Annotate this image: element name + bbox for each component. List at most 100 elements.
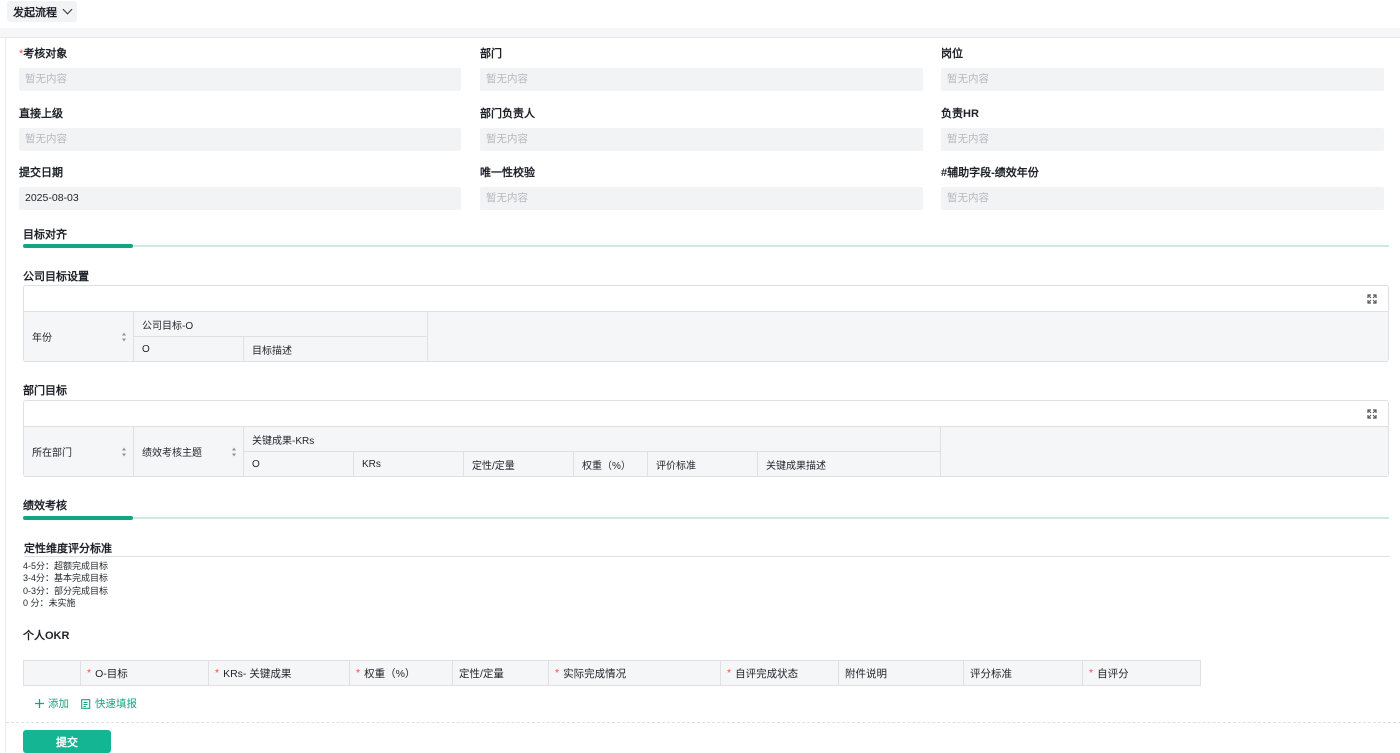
- submit-date-input[interactable]: 2025-08-03: [19, 187, 461, 210]
- col-header-label: O: [252, 458, 260, 470]
- col-header-label: 权重（%）: [582, 460, 631, 472]
- perf-year-input[interactable]: 暂无内容: [941, 187, 1384, 210]
- table-toolbar: [24, 401, 1388, 427]
- dept-head-input[interactable]: 暂无内容: [480, 128, 923, 151]
- col-header-actual: * 实际完成情况: [549, 661, 721, 685]
- field-label: 部门: [480, 48, 502, 60]
- scoring-standard-list: 4-5分：超额完成目标 3-4分：基本完成目标 0-3分：部分完成目标 0 分：…: [23, 560, 108, 609]
- col-header-label: 自评完成状态: [735, 667, 799, 680]
- section-divider: [23, 515, 1389, 520]
- col-header-label: 自评分: [1097, 667, 1129, 680]
- col-header-criteria: 评价标准: [648, 452, 758, 477]
- col-header-attachment: 附件说明: [839, 661, 964, 685]
- col-header-o: O: [134, 337, 244, 362]
- col-header-year[interactable]: 年份: [24, 312, 134, 362]
- col-header-type: 定性/定量: [464, 452, 574, 477]
- section-divider: [23, 243, 1389, 248]
- form-content: *考核对象 暂无内容 部门 暂无内容 岗位 暂无内容 直接上级 暂无内容 部门负…: [5, 38, 1400, 753]
- field-dept-head: 部门负责人 暂无内容: [480, 107, 923, 151]
- submit-button[interactable]: 提交: [23, 730, 111, 753]
- col-header-index: [24, 661, 81, 685]
- field-label: 考核对象: [23, 48, 68, 60]
- scoring-standard-line: 3-4分：基本完成目标: [23, 573, 109, 584]
- col-group-krs: 关键成果-KRs: [244, 427, 941, 452]
- col-group-label: 关键成果-KRs: [252, 435, 315, 447]
- col-header-weight: 权重（%）: [574, 452, 648, 477]
- company-goal-title: 公司目标设置: [23, 271, 89, 283]
- col-header-type: 定性/定量: [453, 661, 549, 685]
- position-input[interactable]: 暂无内容: [941, 68, 1384, 91]
- sort-icon[interactable]: [232, 447, 237, 456]
- col-group-label: 公司目标-O: [142, 320, 194, 332]
- okr-actions: 添加 快速填报: [35, 696, 137, 711]
- section-title-goal: 目标对齐: [23, 229, 67, 241]
- start-flow-dropdown[interactable]: 发起流程: [7, 1, 77, 22]
- direct-superior-input[interactable]: 暂无内容: [19, 128, 461, 151]
- expand-icon[interactable]: [1367, 409, 1377, 419]
- col-header-label: 定性/定量: [472, 460, 515, 472]
- required-mark: *: [215, 667, 220, 679]
- required-mark: *: [555, 667, 560, 679]
- col-header-label: 定性/定量: [459, 667, 504, 680]
- col-header-label: 实际完成情况: [563, 667, 627, 680]
- personal-okr-title: 个人OKR: [23, 630, 70, 642]
- sort-icon[interactable]: [122, 332, 127, 341]
- scoring-standard-title: 定性维度评分标准: [24, 540, 1390, 557]
- col-group-company-o: 公司目标-O: [134, 312, 428, 337]
- field-label: 唯一性校验: [480, 167, 535, 179]
- required-mark: *: [356, 667, 361, 679]
- table-toolbar: [24, 286, 1388, 312]
- hr-input[interactable]: 暂无内容: [941, 128, 1384, 151]
- col-header-kr-desc: 关键成果描述: [758, 452, 941, 477]
- field-label: 岗位: [941, 48, 963, 60]
- quick-fill-icon: [81, 698, 91, 709]
- quick-fill-button[interactable]: 快速填报: [81, 696, 137, 711]
- col-header-label: 权重（%）: [364, 667, 416, 680]
- expand-icon[interactable]: [1367, 294, 1377, 304]
- col-header-desc: 目标描述: [244, 337, 428, 362]
- field-uniqueness-check: 唯一性校验 暂无内容: [480, 166, 923, 210]
- field-label: 提交日期: [19, 167, 63, 179]
- footer-divider: [6, 722, 1400, 723]
- col-header-label: 绩效考核主题: [142, 448, 202, 459]
- start-flow-label: 发起流程: [13, 6, 57, 19]
- uniqueness-check-input[interactable]: 暂无内容: [480, 187, 923, 210]
- col-header-o: O: [244, 452, 354, 477]
- add-row-label: 添加: [48, 698, 69, 710]
- field-label: 负责HR: [941, 108, 979, 120]
- col-header-label: 所在部门: [32, 448, 72, 459]
- col-header-label: 年份: [32, 333, 52, 344]
- col-header-theme[interactable]: 绩效考核主题: [134, 427, 244, 477]
- department-input[interactable]: 暂无内容: [480, 68, 923, 91]
- scoring-standard-line: 4-5分：超额完成目标: [23, 561, 109, 571]
- field-department: 部门 暂无内容: [480, 47, 923, 91]
- scoring-standard-line: 0 分：未实施: [23, 597, 76, 608]
- col-header-dept[interactable]: 所在部门: [24, 427, 134, 477]
- col-header-label: O: [142, 343, 150, 355]
- top-divider: [0, 28, 1400, 38]
- col-header-krs: * KRs- 关键成果: [209, 661, 350, 685]
- required-mark: *: [1089, 667, 1094, 679]
- assessee-input[interactable]: 暂无内容: [19, 68, 461, 91]
- col-header-weight: * 权重（%）: [350, 661, 453, 685]
- required-mark: *: [87, 667, 92, 679]
- personal-okr-table-header: * O-目标 * KRs- 关键成果 * 权重（%） 定性/定量 * 实际完成情况 * 自…: [23, 660, 1201, 686]
- required-mark: *: [727, 667, 732, 679]
- sort-icon[interactable]: [122, 447, 127, 456]
- col-header-label: 评价标准: [656, 460, 696, 472]
- col-header-label: KRs: [362, 458, 381, 470]
- plus-icon: [35, 699, 44, 708]
- scoring-standard-line: 0-3分：部分完成目标: [23, 585, 109, 596]
- col-header-filler: [428, 312, 1388, 362]
- col-header-o-goal: * O-目标: [81, 661, 209, 685]
- col-header-criteria: 评分标准: [964, 661, 1083, 685]
- company-goal-table: 年份 公司目标-O O 目标描述: [23, 285, 1389, 362]
- col-header-krs: KRs: [354, 452, 464, 477]
- add-row-button[interactable]: 添加: [35, 696, 69, 711]
- field-perf-year: #辅助字段-绩效年份 暂无内容: [941, 166, 1384, 210]
- col-header-self-status: * 自评完成状态: [721, 661, 839, 685]
- field-position: 岗位 暂无内容: [941, 47, 1384, 91]
- field-hr: 负责HR 暂无内容: [941, 107, 1384, 151]
- quick-fill-label: 快速填报: [95, 698, 137, 710]
- col-header-label: 附件说明: [845, 667, 887, 680]
